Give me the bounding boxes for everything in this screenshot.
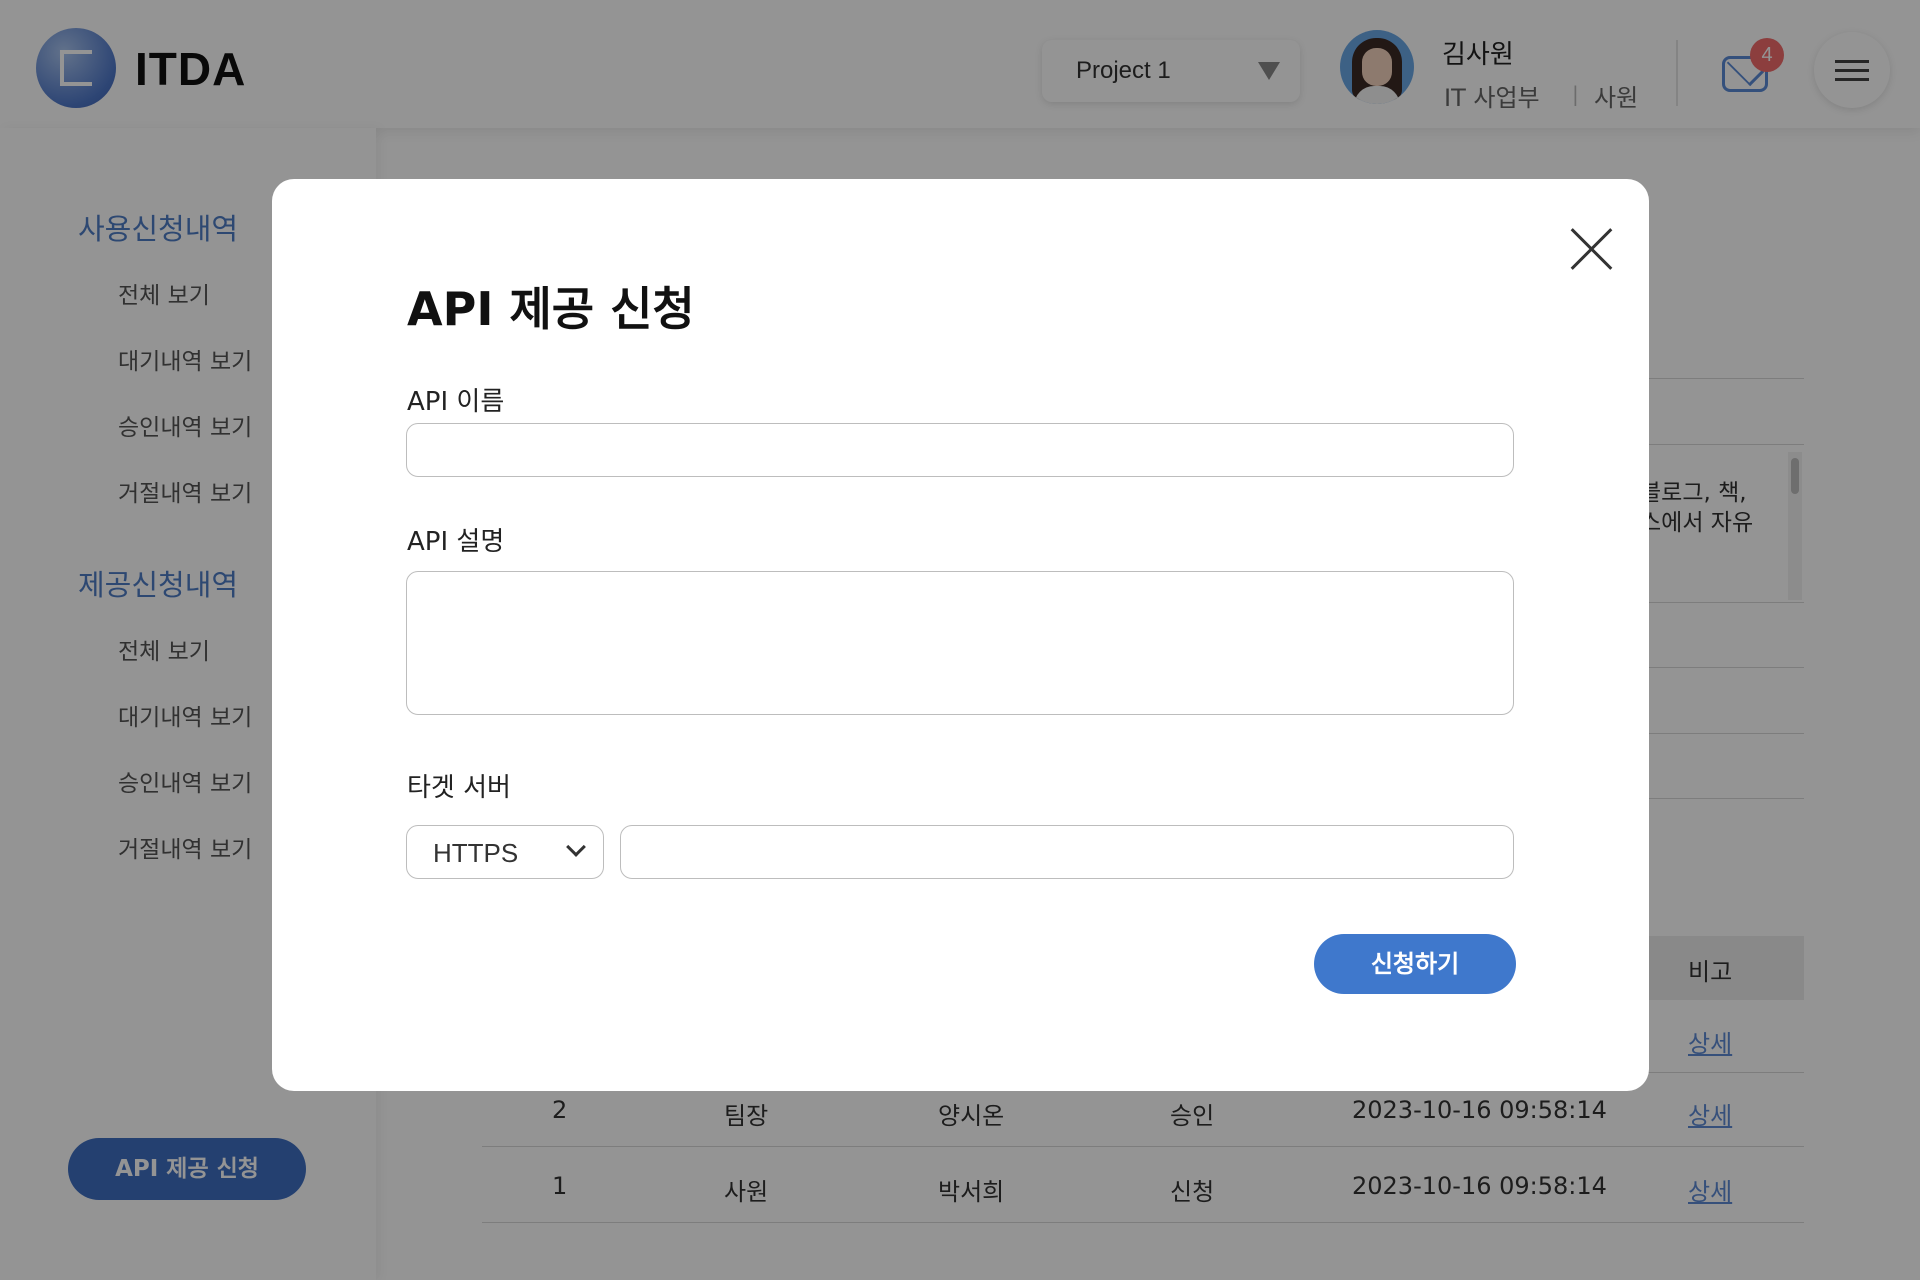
api-description-textarea[interactable] [406, 571, 1514, 715]
api-description-label: API 설명 [407, 527, 505, 557]
target-server-label: 타겟 서버 [407, 773, 511, 803]
close-icon[interactable] [1568, 225, 1616, 273]
submit-button[interactable]: 신청하기 [1314, 934, 1516, 994]
modal-title: API 제공 신청 [407, 282, 695, 336]
api-name-label: API 이름 [407, 387, 505, 417]
protocol-select[interactable]: HTTPS [406, 825, 604, 879]
protocol-select-value: HTTPS [433, 838, 519, 868]
api-provide-modal: API 제공 신청 API 이름 API 설명 타겟 서버 HTTPS 신청하기 [272, 179, 1649, 1091]
chevron-down-icon [566, 837, 586, 857]
api-name-input[interactable] [406, 423, 1514, 477]
target-server-input[interactable] [620, 825, 1514, 879]
